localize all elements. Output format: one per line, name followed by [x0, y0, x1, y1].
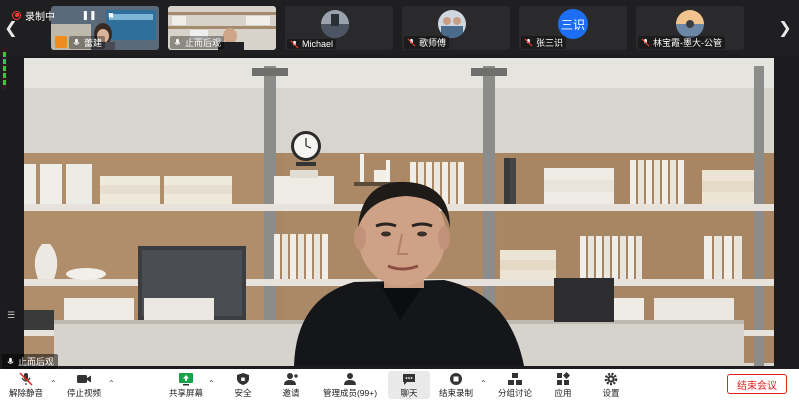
chevron-up-icon[interactable]: ⌃ [50, 379, 57, 388]
apps-grid-icon [557, 371, 571, 385]
mic-muted-icon [407, 38, 416, 47]
apps-button[interactable]: 应用 [548, 371, 578, 399]
add-person-icon [284, 372, 298, 385]
stop-icon[interactable]: ■ [104, 8, 118, 22]
thumbnail-strip: ❮ 蕾建 录制中 ❚❚ ■ 止而后观 Michael 歌师傅 三识 张三识 林宝… [0, 0, 799, 55]
thumbnail-label: 林宝霞-墨大-公管 [638, 36, 725, 49]
share-screen-button[interactable]: 共享屏幕 [166, 371, 206, 399]
thumbnail-label: 止而后观 [170, 36, 225, 49]
stop-video-button[interactable]: 停止视频 [64, 371, 104, 399]
main-speaker-label: 止而后观 [2, 354, 59, 369]
thumbnail-tile[interactable]: 止而后观 [168, 6, 276, 50]
chat-icon [403, 373, 415, 385]
share-screen-icon [179, 372, 193, 385]
chevron-up-icon[interactable]: ⌃ [208, 379, 215, 388]
mic-muted-icon [290, 40, 299, 48]
thumbnail-tile[interactable]: Michael [285, 6, 393, 50]
thumbnail-label: 张三识 [521, 36, 567, 49]
speaker-video-frame [24, 58, 774, 366]
chat-button[interactable]: 聊天 [388, 371, 430, 399]
stop-recording-button[interactable]: 结束录制 [436, 371, 476, 399]
thumbnail-tile[interactable]: 歌师傅 [402, 6, 510, 50]
mic-muted-icon [524, 38, 533, 47]
avatar [676, 10, 704, 38]
end-meeting-button[interactable]: 结束会议 [727, 374, 787, 394]
meeting-toolbar: 解除静音 ⌃ 停止视频 ⌃ 共享屏幕 ⌃ 安全 邀请 管理成员(99+) 聊天 … [0, 369, 799, 401]
chevron-up-icon[interactable]: ⌃ [108, 379, 115, 388]
manage-participants-button[interactable]: 管理成员(99+) [318, 371, 382, 399]
record-icon [12, 10, 21, 20]
thumbnail-label: 蕾建 [69, 36, 106, 49]
main-video [24, 58, 774, 366]
invite-button[interactable]: 邀请 [274, 371, 308, 399]
host-icon [55, 36, 67, 48]
mic-muted-icon [19, 371, 33, 386]
chevron-right-icon[interactable]: ❯ [776, 6, 794, 50]
video-camera-icon [77, 374, 91, 383]
pause-icon[interactable]: ❚❚ [81, 8, 96, 22]
avatar: 三识 [558, 9, 588, 39]
shield-icon [237, 372, 249, 385]
list-icon[interactable]: ☰ [7, 310, 15, 321]
breakout-rooms-button[interactable]: 分组讨论 [494, 371, 536, 399]
thumbnail-tile[interactable]: 林宝霞-墨大-公管 [636, 6, 744, 50]
mic-icon [174, 38, 181, 45]
breakout-rooms-icon [508, 372, 522, 385]
settings-button[interactable]: 设置 [596, 371, 626, 399]
unmute-button[interactable]: 解除静音 [6, 371, 46, 399]
avatar [438, 10, 466, 38]
participants-icon [344, 372, 356, 385]
audio-level-meter [2, 50, 7, 90]
mic-icon [7, 357, 14, 364]
security-button[interactable]: 安全 [226, 371, 260, 399]
recording-indicator: 录制中 [12, 8, 55, 23]
stop-record-icon [450, 372, 462, 385]
thumbnail-tile[interactable]: 三识 张三识 [519, 6, 627, 50]
mic-muted-icon [641, 38, 650, 47]
mic-icon [73, 38, 80, 45]
chevron-up-icon[interactable]: ⌃ [480, 379, 487, 388]
thumbnail-label: Michael [287, 39, 337, 49]
thumbnail-label: 歌师傅 [404, 36, 450, 49]
gear-icon [604, 372, 618, 385]
avatar [321, 10, 349, 38]
recording-status: 录制中 [25, 11, 55, 23]
